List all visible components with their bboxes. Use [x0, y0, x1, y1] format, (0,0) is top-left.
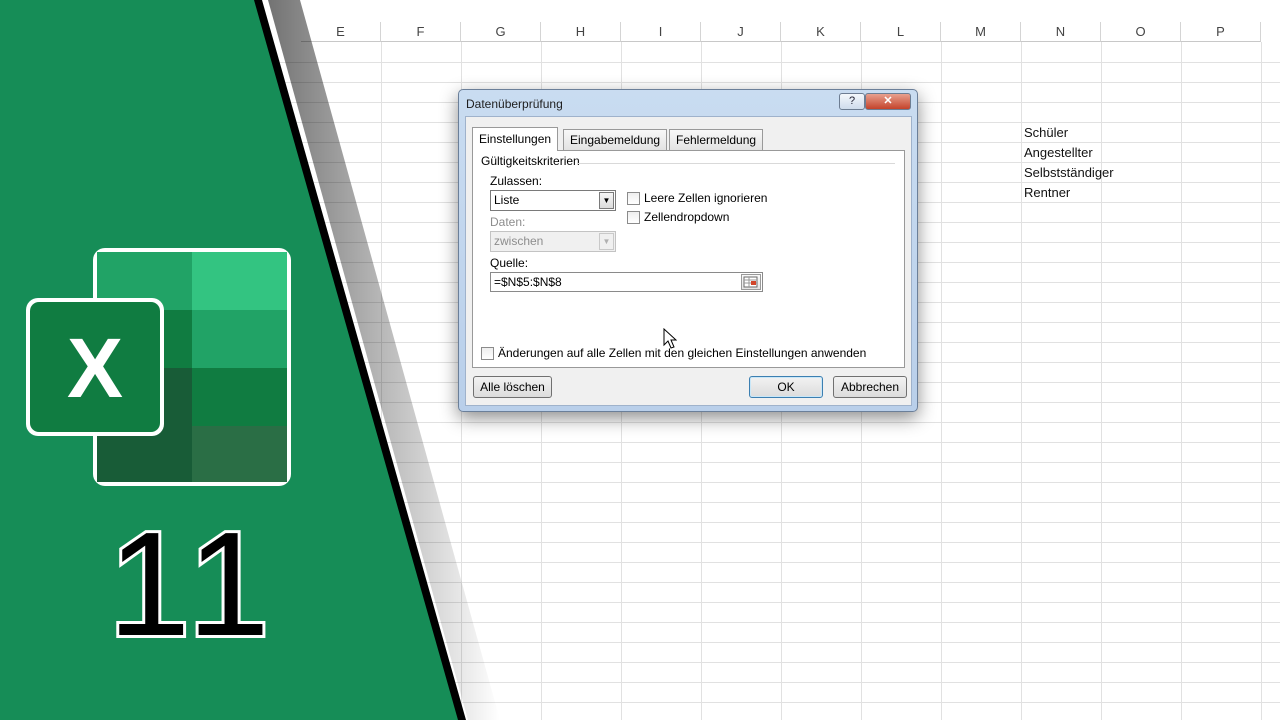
source-input-value: =$N$5:$N$8: [494, 275, 562, 289]
row-gridline: [0, 602, 1280, 603]
row-gridline: [0, 562, 1280, 563]
data-dropdown-value: zwischen: [494, 234, 544, 248]
close-button[interactable]: ✕: [865, 93, 911, 110]
column-gridline: [1181, 42, 1182, 720]
chevron-down-icon: ▼: [599, 233, 614, 250]
row-gridline: [0, 482, 1280, 483]
row-gridline: [0, 642, 1280, 643]
cell-n8[interactable]: Rentner: [1024, 183, 1070, 203]
row-gridline: [0, 62, 1280, 63]
data-validation-dialog[interactable]: Datenüberprüfung ? ✕ Einstellungen Einga…: [458, 89, 918, 412]
column-gridline: [1021, 42, 1022, 720]
ignore-blank-label[interactable]: Leere Zellen ignorieren: [644, 191, 767, 205]
column-header-h[interactable]: H: [541, 22, 621, 42]
row-gridline: [0, 442, 1280, 443]
row-gridline: [0, 542, 1280, 543]
column-header-p[interactable]: P: [1181, 22, 1261, 42]
column-header-g[interactable]: G: [461, 22, 541, 42]
column-gridline: [1261, 42, 1262, 720]
help-button[interactable]: ?: [839, 93, 865, 110]
cancel-button[interactable]: Abbrechen: [833, 376, 907, 398]
column-header-l[interactable]: L: [861, 22, 941, 42]
row-gridline: [0, 622, 1280, 623]
tab-settings[interactable]: Einstellungen: [472, 127, 559, 151]
column-header-m[interactable]: M: [941, 22, 1021, 42]
allow-dropdown[interactable]: Liste ▼: [490, 190, 616, 211]
allow-dropdown-value: Liste: [494, 193, 520, 207]
cell-n6[interactable]: Angestellter: [1024, 143, 1093, 163]
ignore-blank-checkbox[interactable]: [627, 192, 640, 205]
column-header-e[interactable]: E: [301, 22, 381, 42]
apply-to-all-checkbox[interactable]: [481, 347, 494, 360]
column-gridline: [381, 42, 382, 720]
in-cell-dropdown-checkbox[interactable]: [627, 211, 640, 224]
chevron-down-icon[interactable]: ▼: [599, 192, 614, 209]
row-gridline: [0, 522, 1280, 523]
cell-n7[interactable]: Selbstständiger: [1024, 163, 1114, 183]
column-gridline: [941, 42, 942, 720]
row-gridline: [0, 702, 1280, 703]
validation-criteria-group-label: Gültigkeitskriterien: [481, 154, 580, 168]
row-gridline: [0, 662, 1280, 663]
row-gridline: [0, 462, 1280, 463]
clear-all-button[interactable]: Alle löschen: [473, 376, 552, 398]
column-header-n[interactable]: N: [1021, 22, 1101, 42]
row-gridline: [0, 502, 1280, 503]
source-input[interactable]: =$N$5:$N$8: [490, 272, 763, 292]
dialog-title: Datenüberprüfung: [466, 97, 563, 111]
ok-button[interactable]: OK: [749, 376, 823, 398]
data-label: Daten:: [490, 215, 526, 229]
range-select-icon[interactable]: [741, 274, 761, 290]
allow-label: Zulassen:: [490, 174, 543, 188]
row-gridline: [0, 82, 1280, 83]
cell-n5[interactable]: Schüler: [1024, 123, 1068, 143]
group-separator: [577, 163, 895, 164]
source-label: Quelle:: [490, 256, 529, 270]
data-dropdown: zwischen ▼: [490, 231, 616, 252]
apply-to-all-label[interactable]: Änderungen auf alle Zellen mit den gleic…: [498, 346, 866, 360]
column-header-f[interactable]: F: [381, 22, 461, 42]
row-gridline: [0, 682, 1280, 683]
column-header-j[interactable]: J: [701, 22, 781, 42]
tab-input-message[interactable]: Eingabemeldung: [563, 129, 668, 150]
settings-panel: Gültigkeitskriterien Zulassen: Liste ▼ L…: [472, 150, 905, 368]
row-gridline: [0, 422, 1280, 423]
dialog-body: Einstellungen Eingabemeldung Fehlermeldu…: [465, 116, 912, 406]
column-header-o[interactable]: O: [1101, 22, 1181, 42]
tab-error-alert[interactable]: Fehlermeldung: [669, 129, 764, 150]
mouse-pointer-icon: [663, 328, 677, 349]
column-header-k[interactable]: K: [781, 22, 861, 42]
column-header-i[interactable]: I: [621, 22, 701, 42]
column-gridline: [1101, 42, 1102, 720]
row-gridline: [0, 582, 1280, 583]
in-cell-dropdown-label[interactable]: Zellendropdown: [644, 210, 729, 224]
